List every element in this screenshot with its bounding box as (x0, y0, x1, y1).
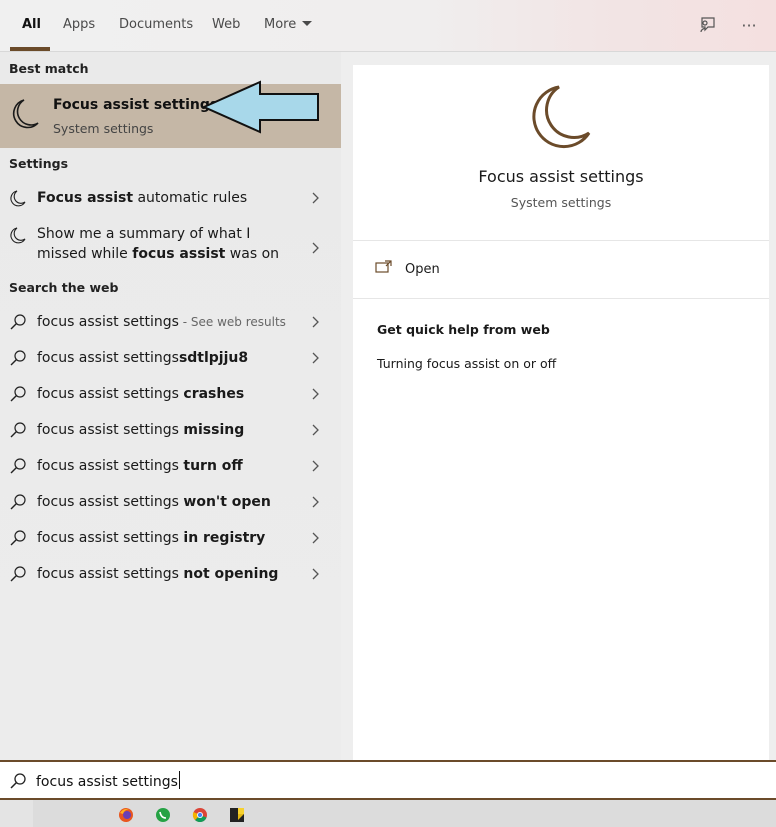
search-icon (10, 773, 26, 789)
chevron-right-icon (312, 388, 319, 400)
chevron-right-icon (312, 460, 319, 472)
section-settings: Settings (9, 156, 69, 171)
section-search-web: Search the web (9, 280, 119, 295)
chevron-right-icon (312, 424, 319, 436)
web-result-item[interactable]: focus assist settingssdtlpjju8 (0, 340, 341, 376)
tab-more-label: More (264, 17, 297, 32)
web-result-label: focus assist settings in registry (37, 530, 266, 546)
web-result-item[interactable]: focus assist settings turn off (0, 448, 341, 484)
web-result-label: focus assist settings not opening (37, 566, 279, 582)
firefox-icon[interactable] (118, 807, 134, 823)
web-result-item[interactable]: focus assist settings crashes (0, 376, 341, 412)
more-options-glyph: ··· (741, 15, 757, 35)
search-icon (10, 314, 26, 330)
search-input-value: focus assist settings (36, 774, 178, 790)
best-match-subtitle: System settings (53, 121, 154, 136)
chevron-right-icon (312, 192, 319, 204)
taskbar-strip (33, 800, 776, 827)
web-result-item[interactable]: focus assist settings not opening (0, 556, 341, 592)
pointer-arrow-annotation (202, 80, 319, 134)
moon-icon (10, 190, 26, 207)
divider (353, 240, 769, 241)
more-options-icon[interactable]: ··· (738, 14, 760, 36)
chevron-right-icon (312, 532, 319, 544)
web-result-label: focus assist settings crashes (37, 386, 245, 402)
best-match-title: Focus assist settings (53, 97, 219, 113)
moon-icon (532, 85, 591, 149)
settings-item-label: Focus assist automatic rules (37, 190, 248, 206)
sticky-notes-icon[interactable] (229, 807, 245, 823)
chevron-right-icon (312, 316, 319, 328)
search-icon (10, 458, 26, 474)
settings-item[interactable]: Focus assist automatic rules (0, 180, 341, 216)
results-pane: Best match Focus assist settings System … (0, 52, 341, 760)
tab-more[interactable]: More (264, 17, 313, 33)
section-best-match: Best match (9, 61, 89, 76)
web-result-item[interactable]: focus assist settings - See web results (0, 304, 341, 340)
chevron-down-icon (302, 21, 313, 26)
web-result-item[interactable]: focus assist settings in registry (0, 520, 341, 556)
web-result-label: focus assist settings missing (37, 422, 245, 438)
open-label: Open (405, 262, 440, 277)
search-icon (10, 350, 26, 366)
chevron-right-icon (312, 352, 319, 364)
settings-item-label: Show me a summary of what I missed while… (37, 226, 280, 262)
tab-all[interactable]: All (22, 17, 41, 33)
web-result-label: focus assist settings turn off (37, 458, 243, 474)
web-result-item[interactable]: focus assist settings missing (0, 412, 341, 448)
feedback-icon[interactable] (696, 14, 718, 36)
web-result-label: focus assist settings - See web results (37, 314, 286, 330)
open-window-icon (375, 260, 392, 273)
quick-help-heading: Get quick help from web (377, 322, 550, 337)
chrome-icon[interactable] (192, 807, 208, 823)
chevron-right-icon (312, 242, 319, 254)
preview-pane: Focus assist settings System settings Op… (353, 65, 769, 760)
web-result-item[interactable]: focus assist settings won't open (0, 484, 341, 520)
tab-apps[interactable]: Apps (63, 17, 95, 33)
moon-icon (10, 227, 26, 244)
text-cursor (178, 771, 180, 789)
search-icon (10, 422, 26, 438)
quick-help-link[interactable]: Turning focus assist on or off (377, 356, 556, 371)
search-icon (10, 494, 26, 510)
search-icon (10, 386, 26, 402)
tab-documents[interactable]: Documents (119, 17, 193, 33)
web-result-label: focus assist settingssdtlpjju8 (37, 350, 249, 366)
taskbar (0, 800, 776, 827)
web-result-label: focus assist settings won't open (37, 494, 271, 510)
whatsapp-icon[interactable] (155, 807, 171, 823)
preview-subtitle: System settings (510, 195, 612, 210)
settings-item[interactable]: Show me a summary of what I missed while… (0, 224, 341, 272)
divider (353, 298, 769, 299)
tab-web[interactable]: Web (212, 17, 240, 33)
active-tab-indicator (10, 47, 50, 51)
chevron-right-icon (312, 568, 319, 580)
moon-icon (12, 99, 39, 129)
search-icon (10, 566, 26, 582)
chevron-right-icon (312, 496, 319, 508)
search-icon (10, 530, 26, 546)
search-box: focus assist settings (0, 760, 776, 800)
preview-title: Focus assist settings (478, 167, 644, 186)
search-input[interactable]: focus assist settings (36, 771, 756, 791)
search-tab-bar: All Apps Documents Web More ··· (0, 0, 776, 52)
